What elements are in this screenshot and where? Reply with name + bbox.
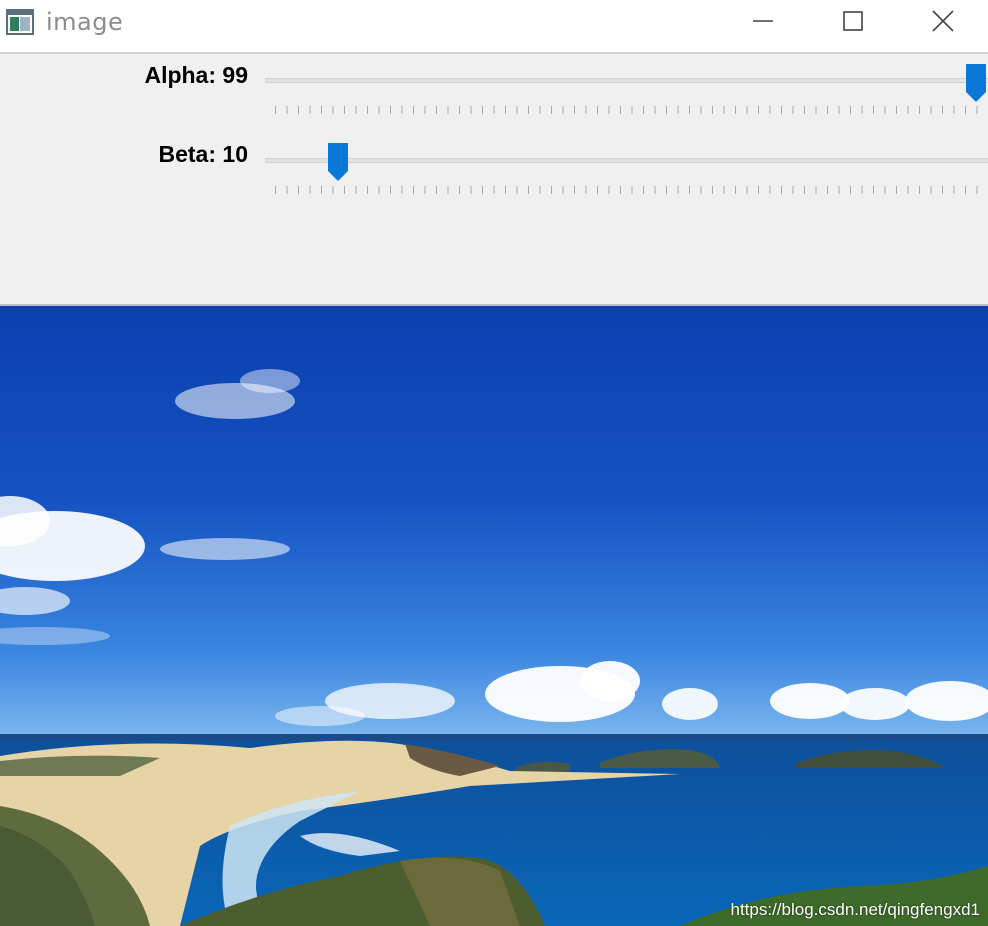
beta-slider-track[interactable]: [265, 158, 988, 163]
landscape-photo: [0, 306, 988, 926]
alpha-name: Alpha: [144, 62, 209, 88]
minimize-icon: [751, 9, 775, 38]
beta-value: 10: [222, 141, 248, 167]
maximize-icon: [841, 9, 865, 38]
beta-slider-thumb[interactable]: [326, 143, 350, 183]
beta-slider-ticks: [275, 186, 988, 194]
maximize-button[interactable]: [808, 0, 898, 46]
minimize-button[interactable]: [718, 0, 808, 46]
close-icon: [931, 9, 955, 38]
trackbar-panel: Alpha: 99 Beta: 10: [0, 54, 988, 306]
alpha-slider-ticks: [275, 106, 988, 114]
alpha-label: Alpha: 99: [144, 62, 248, 89]
beta-name: Beta: [158, 141, 209, 167]
alpha-separator: :: [208, 62, 223, 88]
alpha-slider-track[interactable]: [265, 78, 988, 83]
app-window-icon: [6, 9, 34, 35]
beta-separator: :: [208, 141, 223, 167]
watermark-text: https://blog.csdn.net/qingfengxd1: [730, 900, 980, 919]
image-window: image Alpha: 99 Beta: 10 https://blog.cs…: [0, 0, 988, 926]
window-title: image: [46, 8, 124, 36]
title-bar[interactable]: image: [0, 0, 988, 54]
alpha-value: 99: [222, 62, 248, 88]
beta-label: Beta: 10: [158, 141, 248, 168]
alpha-slider-thumb[interactable]: [964, 64, 988, 104]
close-button[interactable]: [898, 0, 988, 46]
displayed-image: https://blog.csdn.net/qingfengxd1: [0, 306, 988, 926]
